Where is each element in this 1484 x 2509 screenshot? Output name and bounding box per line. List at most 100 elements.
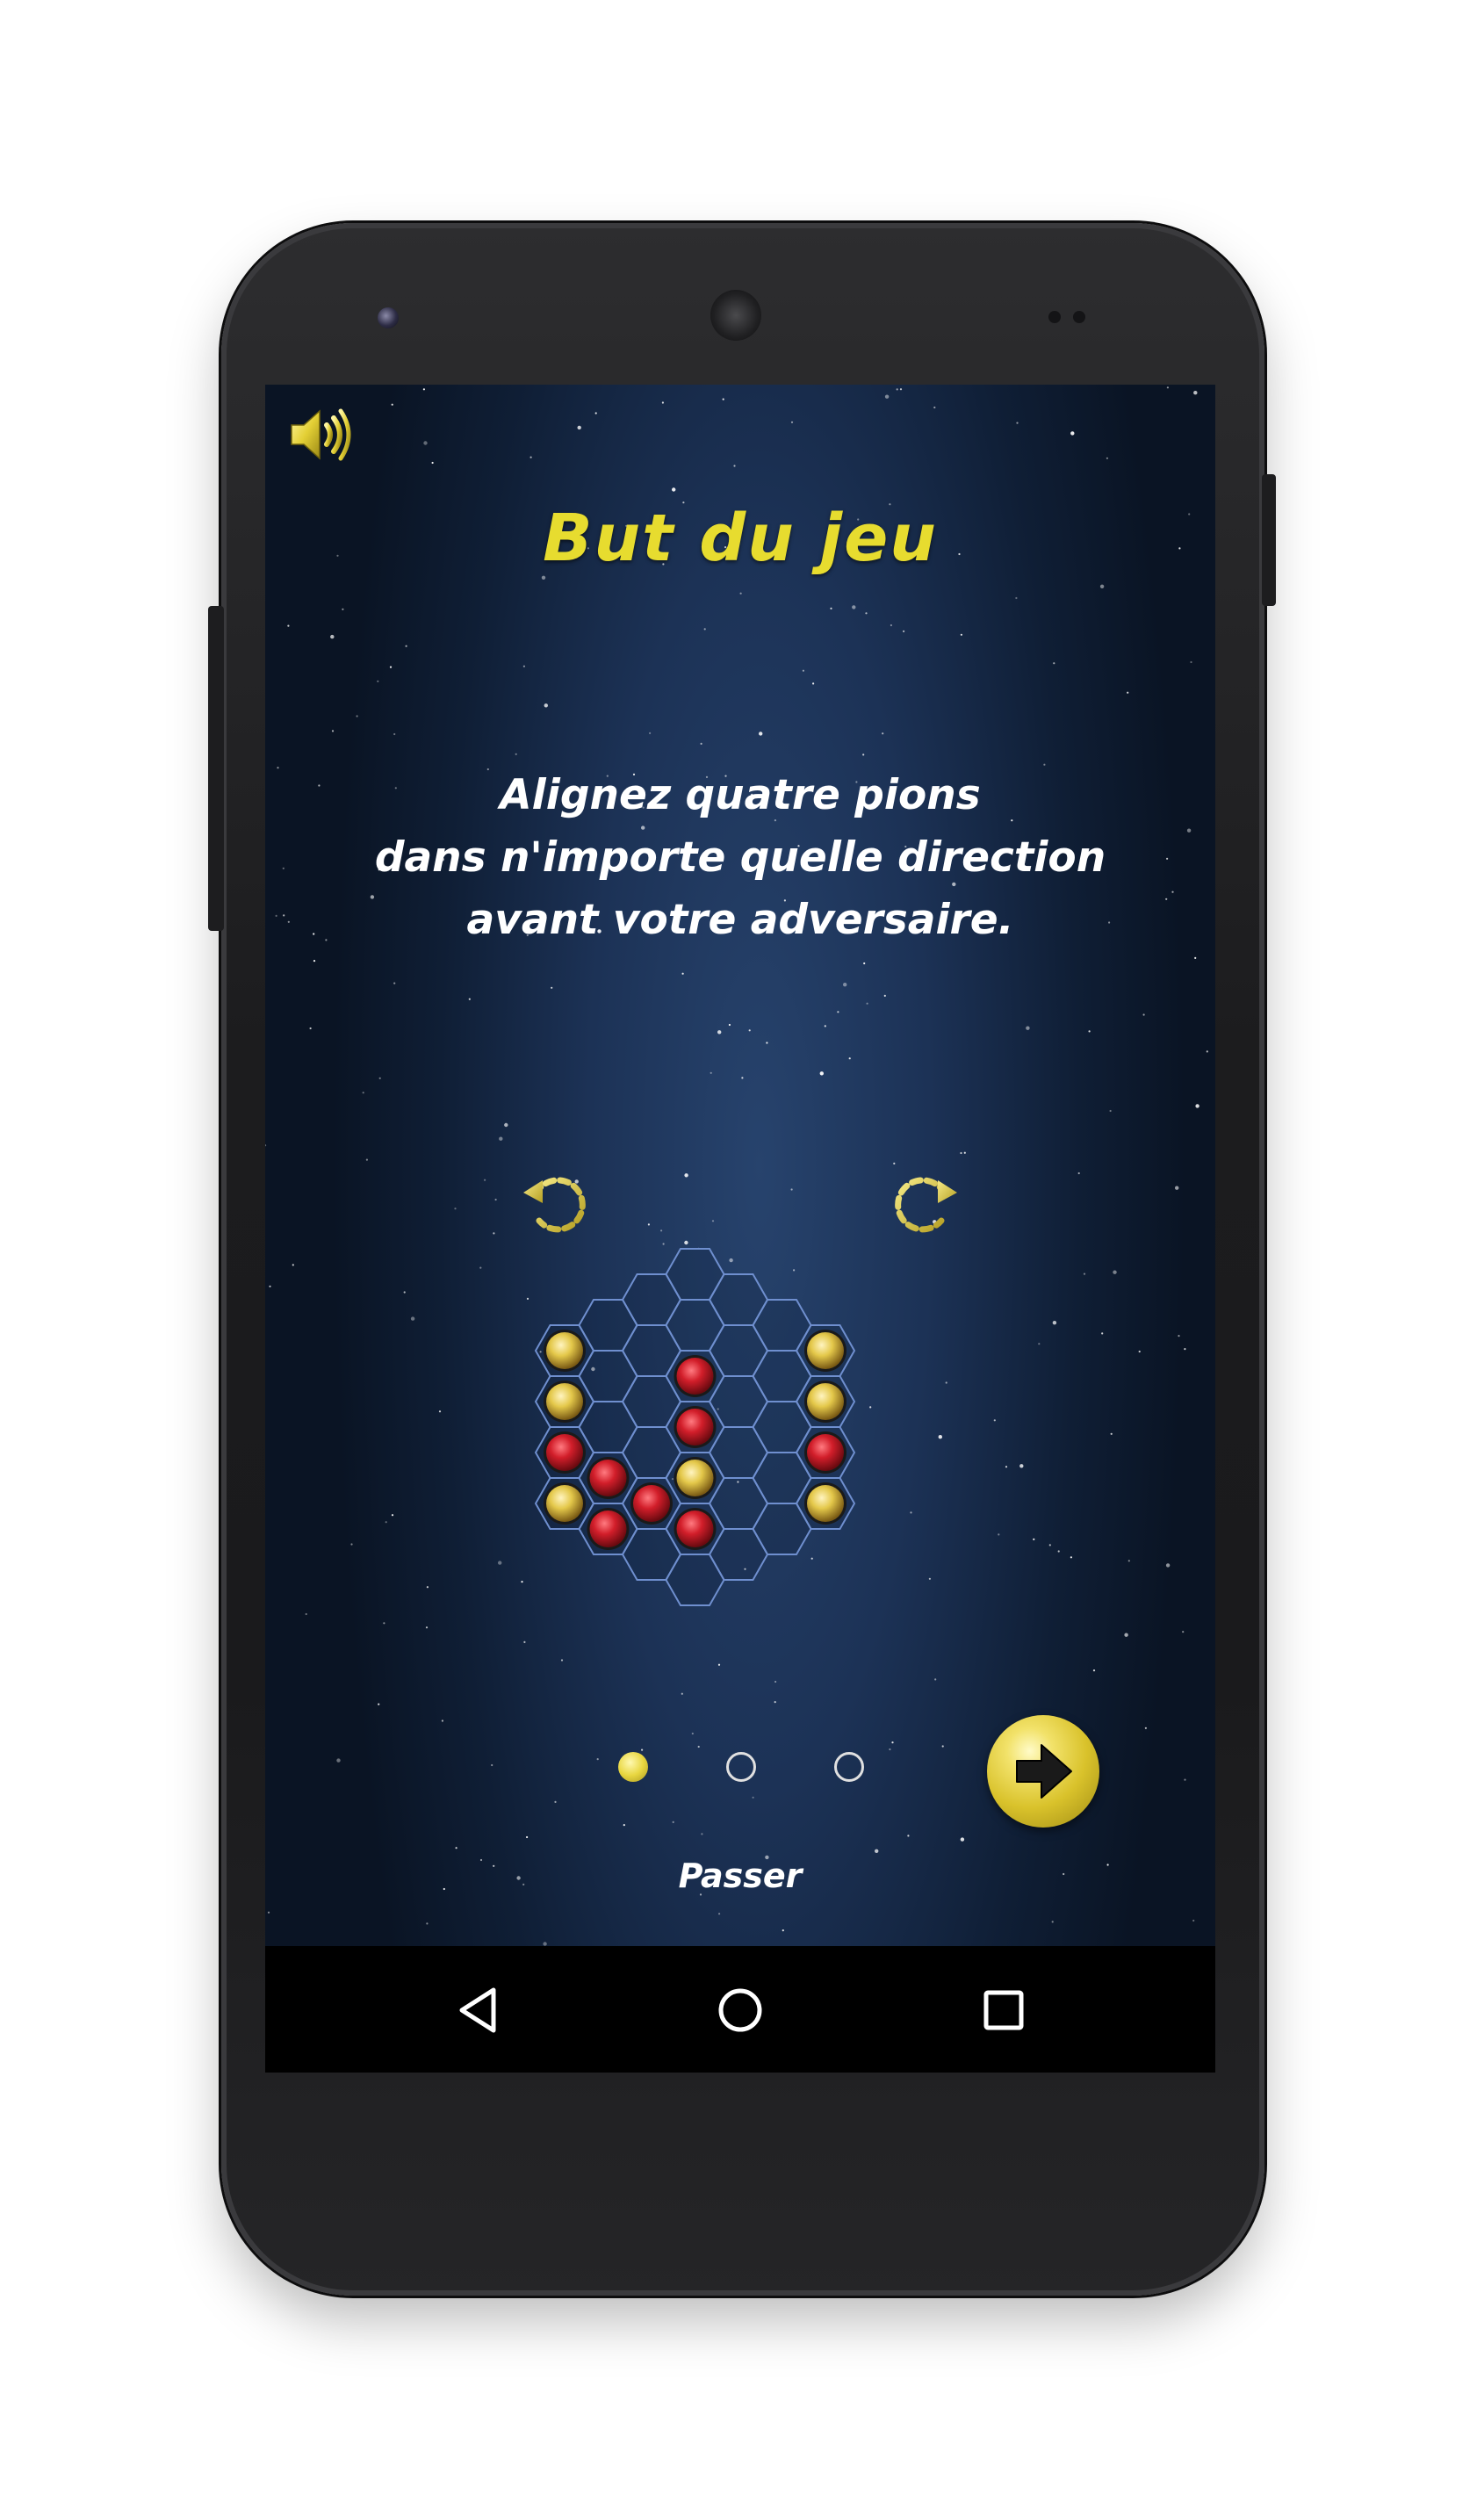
star	[426, 1586, 429, 1589]
star	[1101, 1332, 1104, 1335]
star	[741, 1077, 744, 1079]
star	[700, 742, 702, 745]
star	[1070, 431, 1075, 436]
star	[717, 1663, 721, 1666]
star	[504, 1122, 508, 1128]
star	[899, 388, 903, 391]
skip-link[interactable]: Passer	[265, 1857, 1215, 1895]
star	[1033, 1538, 1035, 1540]
star	[681, 972, 684, 975]
star	[684, 1173, 688, 1178]
star	[423, 441, 428, 445]
star	[1070, 1556, 1072, 1559]
star	[1165, 1563, 1171, 1568]
android-nav-bar	[265, 1946, 1215, 2073]
star	[649, 732, 652, 734]
triangle-back-icon[interactable]	[448, 1979, 509, 2041]
yellow-piece	[807, 1332, 844, 1369]
yellow-piece	[546, 1485, 583, 1522]
star	[331, 730, 335, 732]
star	[819, 1071, 824, 1076]
star	[774, 1680, 777, 1683]
star	[1083, 1273, 1086, 1275]
hex-game-board[interactable]	[524, 1201, 946, 1658]
star	[554, 1800, 557, 1803]
star	[993, 1419, 996, 1422]
star	[425, 1626, 429, 1629]
star	[1127, 691, 1129, 694]
star	[1190, 660, 1192, 664]
star	[277, 767, 279, 769]
star	[1088, 1030, 1091, 1033]
star	[752, 1796, 754, 1799]
star	[843, 983, 847, 987]
red-piece	[676, 1409, 714, 1446]
star	[1015, 596, 1018, 600]
circle-home-icon[interactable]	[710, 1979, 771, 2041]
star	[848, 1057, 851, 1060]
star	[890, 624, 893, 627]
star	[717, 1030, 722, 1035]
star	[287, 624, 290, 627]
star	[998, 1533, 1000, 1536]
star	[393, 982, 396, 984]
next-button[interactable]	[987, 1715, 1099, 1828]
star	[426, 1922, 429, 1925]
star	[703, 628, 706, 631]
star	[403, 1291, 406, 1294]
star	[499, 1136, 503, 1141]
star	[903, 630, 905, 632]
star	[1206, 1050, 1208, 1053]
star	[882, 732, 884, 735]
star	[941, 1745, 944, 1748]
star	[378, 1077, 381, 1079]
star	[342, 608, 344, 610]
star	[544, 703, 548, 708]
star	[356, 715, 358, 717]
star	[1193, 391, 1198, 395]
yellow-piece	[546, 1383, 583, 1420]
star	[330, 634, 335, 639]
star	[1142, 1013, 1145, 1016]
star	[362, 1092, 364, 1094]
star	[267, 1911, 270, 1914]
star	[1110, 1432, 1113, 1435]
star	[1077, 1172, 1080, 1175]
star	[529, 456, 532, 458]
star	[1019, 1464, 1024, 1468]
page-dot[interactable]	[726, 1752, 756, 1782]
front-camera	[378, 307, 399, 328]
proximity-sensor	[1048, 311, 1061, 323]
star	[493, 1232, 495, 1235]
red-piece	[546, 1434, 583, 1471]
red-piece	[589, 1460, 627, 1496]
red-piece	[676, 1510, 714, 1547]
star	[577, 425, 581, 430]
star	[422, 388, 425, 391]
star	[1026, 1026, 1030, 1030]
star	[863, 962, 866, 965]
star	[1038, 1343, 1041, 1345]
star	[1016, 422, 1019, 424]
page-dot[interactable]	[834, 1752, 864, 1782]
star	[862, 753, 865, 756]
page-dot-active[interactable]	[618, 1752, 648, 1782]
star	[1127, 1560, 1130, 1562]
star	[1178, 1335, 1180, 1337]
star	[1109, 1109, 1112, 1113]
star	[1194, 956, 1197, 959]
star	[522, 665, 525, 667]
star	[1124, 1633, 1128, 1637]
star	[830, 607, 832, 609]
star	[498, 1561, 502, 1565]
square-recents-icon[interactable]	[973, 1979, 1034, 2041]
star	[884, 394, 890, 399]
star	[802, 669, 805, 672]
speaker-volume-icon[interactable]	[288, 404, 357, 465]
star	[865, 612, 868, 615]
star	[697, 1745, 700, 1748]
star	[681, 1692, 683, 1695]
star	[269, 1285, 271, 1287]
star	[866, 1002, 868, 1005]
yellow-piece	[807, 1485, 844, 1522]
